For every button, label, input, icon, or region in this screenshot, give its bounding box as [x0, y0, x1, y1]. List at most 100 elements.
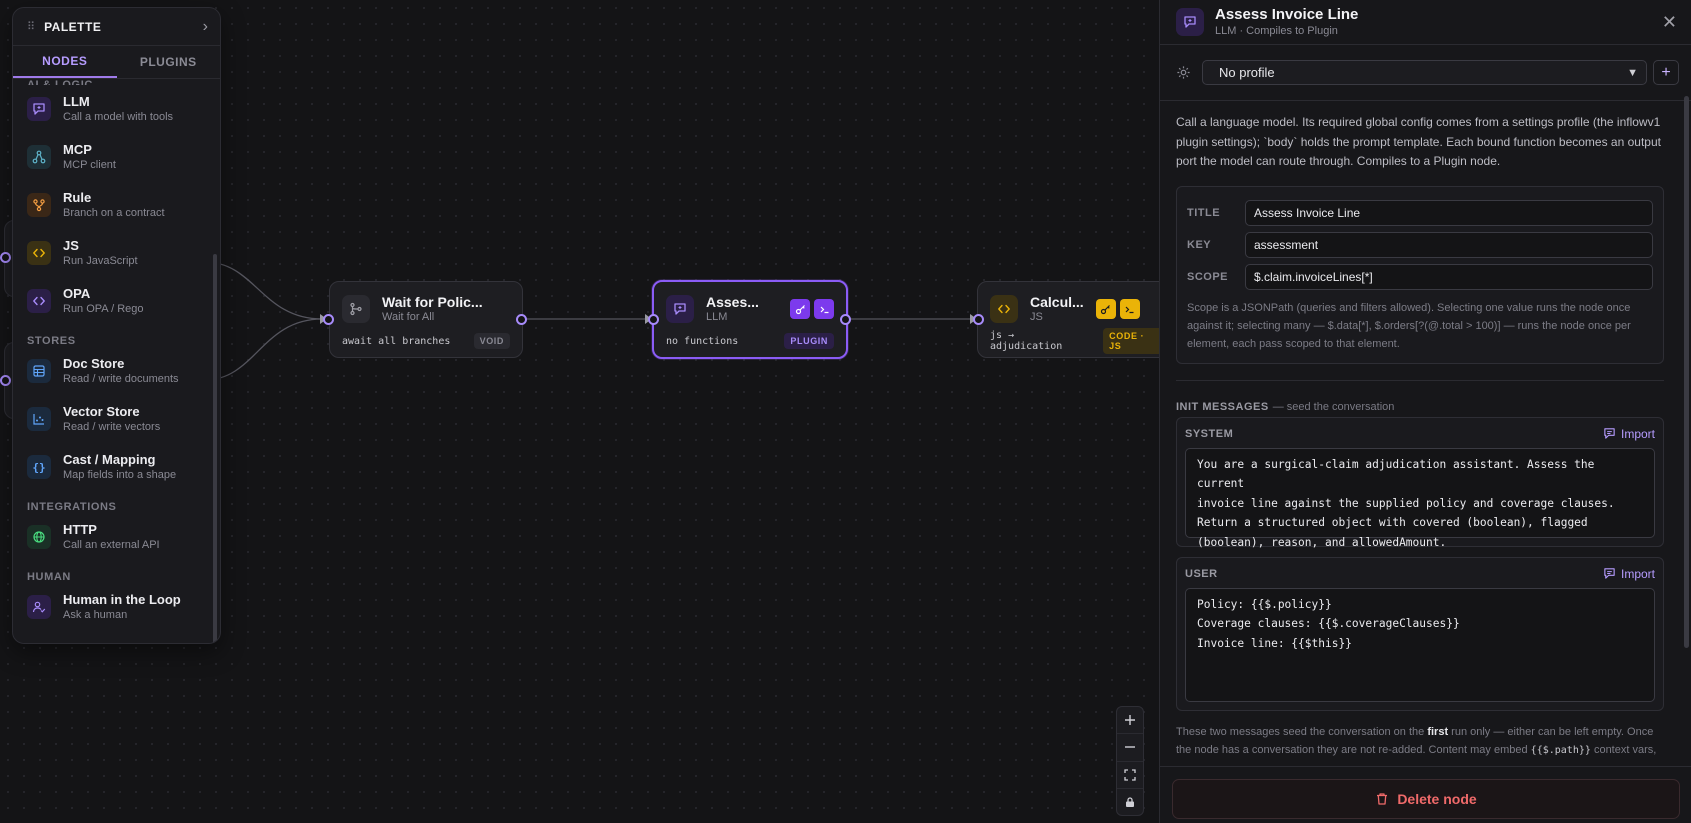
node-assess-invoice-line[interactable]: Asses... LLM no functions PLUGIN [652, 280, 848, 359]
assess-input-handle[interactable] [648, 314, 659, 325]
import-icon [1604, 428, 1615, 439]
palette-item-doc-store[interactable]: Doc Store Read / write documents [13, 347, 220, 395]
trash-icon [1377, 793, 1388, 805]
node-title: Calcul... [1030, 294, 1084, 310]
close-icon[interactable]: ✕ [1662, 12, 1677, 33]
palette-item-cast-mapping[interactable]: {} Cast / Mapping Map fields into a shape [13, 443, 220, 491]
scope-field[interactable]: $.claim.invoiceLines[*] [1245, 263, 1653, 290]
zoom-out-icon[interactable] [1117, 734, 1143, 762]
globe-icon [27, 525, 51, 549]
profile-select[interactable]: No profile ▼ [1202, 60, 1647, 85]
palette-item-desc: Ask a human [63, 609, 128, 621]
key-icon[interactable] [1095, 299, 1116, 319]
branch-icon [27, 193, 51, 217]
table-icon [27, 359, 51, 383]
node-inspector-panel: Assess Invoice Line LLM · Compiles to Pl… [1159, 0, 1691, 823]
wait-input-handle[interactable] [323, 314, 334, 325]
offscreen-node-lower-handle[interactable] [0, 375, 11, 386]
zoom-in-icon[interactable] [1117, 707, 1143, 735]
node-code-summary: no functions [666, 335, 739, 347]
palette-item-desc: Read / write vectors [63, 421, 161, 433]
palette-item-name: HTTP [63, 522, 97, 537]
import-label: Import [1620, 426, 1655, 441]
chevron-right-icon[interactable]: › [203, 18, 208, 36]
add-profile-button[interactable]: + [1653, 60, 1679, 85]
node-type-tag: PLUGIN [784, 333, 834, 349]
gear-icon[interactable] [1176, 65, 1192, 80]
panel-subtitle: LLM · Compiles to Plugin [1215, 25, 1338, 37]
palette-item-http[interactable]: HTTP Call an external API [13, 513, 220, 561]
palette-item-desc: Call an external API [63, 539, 160, 551]
tab-plugins[interactable]: PLUGINS [117, 46, 221, 78]
palette-item-js[interactable]: JS Run JavaScript [13, 229, 220, 277]
node-title: Wait for Polic... [382, 294, 483, 310]
lock-icon[interactable] [1117, 789, 1143, 815]
palette-item-name: Vector Store [63, 404, 140, 419]
init-messages-title: INIT MESSAGES [1176, 400, 1269, 413]
panel-header: Assess Invoice Line LLM · Compiles to Pl… [1160, 0, 1691, 45]
title-field[interactable]: Assess Invoice Line [1245, 199, 1653, 226]
tab-nodes[interactable]: NODES [13, 46, 117, 78]
node-palette: ⠿ PALETTE › NODES PLUGINS AI & LOGIC LLM… [12, 7, 221, 644]
palette-item-vector-store[interactable]: Vector Store Read / write vectors [13, 395, 220, 443]
footnote-text: These two messages seed the conversation… [1176, 725, 1428, 738]
offscreen-node-upper-handle[interactable] [0, 252, 11, 263]
node-calculate[interactable]: Calcul... JS js → adjudication CODE · JS [977, 281, 1177, 358]
node-description: Call a language model. Its required glob… [1176, 115, 1661, 168]
user-message-textarea[interactable]: Policy: {{$.policy}} Coverage clauses: {… [1185, 587, 1655, 702]
palette-tabs: NODES PLUGINS [13, 46, 220, 79]
import-icon [1604, 568, 1615, 579]
profile-row: No profile ▼ + [1160, 45, 1691, 101]
delete-node-button[interactable]: Delete node [1172, 779, 1680, 819]
palette-item-llm[interactable]: LLM Call a model with tools [13, 85, 220, 133]
node-subtitle: JS [1030, 311, 1043, 323]
assess-output-handle[interactable] [840, 314, 851, 325]
node-fields: TITLE Assess Invoice Line KEY assessment… [1176, 185, 1664, 364]
chevron-down-icon: ▼ [1627, 66, 1638, 79]
node-type-tag: CODE · JS [1103, 328, 1164, 354]
palette-item-rule[interactable]: Rule Branch on a contract [13, 181, 220, 229]
drag-handle-icon[interactable]: ⠿ [27, 20, 36, 33]
fit-view-icon[interactable] [1117, 762, 1143, 789]
palette-scrollbar[interactable] [213, 254, 217, 643]
palette-item-desc: Branch on a contract [63, 207, 165, 219]
import-system-button[interactable]: Import [1603, 427, 1655, 441]
wait-output-handle[interactable] [516, 314, 527, 325]
node-type-tag: VOID [473, 333, 510, 349]
key-field-label: KEY [1187, 238, 1212, 251]
nodes-icon [27, 145, 51, 169]
palette-item-human-in-the-loop[interactable]: Human in the Loop Ask a human [13, 583, 220, 631]
terminal-icon[interactable] [1119, 299, 1140, 319]
system-message-textarea[interactable]: You are a surgical-claim adjudication as… [1185, 447, 1655, 549]
node-title: Asses... [706, 294, 759, 310]
divider [1176, 379, 1664, 381]
panel-scrollbar[interactable] [1684, 96, 1689, 648]
user-message-card: USER Import Policy: {{$.policy}} Coverag… [1176, 556, 1664, 711]
palette-header[interactable]: ⠿ PALETTE › [13, 8, 220, 46]
terminal-icon[interactable] [814, 299, 834, 319]
title-field-label: TITLE [1187, 206, 1221, 219]
node-wait-for-policy[interactable]: Wait for Polic... Wait for All await all… [329, 281, 523, 358]
section-human: HUMAN [27, 571, 71, 583]
init-messages-subtitle: — seed the conversation [1272, 400, 1395, 413]
palette-title: PALETTE [44, 19, 102, 34]
section-stores: STORES [27, 335, 76, 347]
user-role-label: USER [1185, 567, 1218, 580]
import-user-button[interactable]: Import [1603, 567, 1655, 581]
palette-item-name: Rule [63, 190, 92, 205]
key-field[interactable]: assessment [1245, 231, 1653, 258]
palette-item-mcp[interactable]: MCP MCP client [13, 133, 220, 181]
chat-icon [666, 295, 694, 323]
delete-node-label: Delete node [1397, 791, 1477, 807]
calc-input-handle[interactable] [973, 314, 984, 325]
footnote-code: {{$.path}} [1530, 744, 1591, 756]
palette-item-opa[interactable]: OPA Run OPA / Rego [13, 277, 220, 325]
init-messages-heading: INIT MESSAGES — seed the conversation [1176, 401, 1664, 413]
key-icon[interactable] [790, 299, 810, 319]
section-integrations: INTEGRATIONS [27, 501, 117, 513]
import-label: Import [1620, 566, 1655, 581]
node-subtitle: Wait for All [382, 311, 435, 323]
palette-item-name: LLM [63, 94, 90, 109]
user-check-icon [27, 595, 51, 619]
palette-item-name: Doc Store [63, 356, 125, 371]
